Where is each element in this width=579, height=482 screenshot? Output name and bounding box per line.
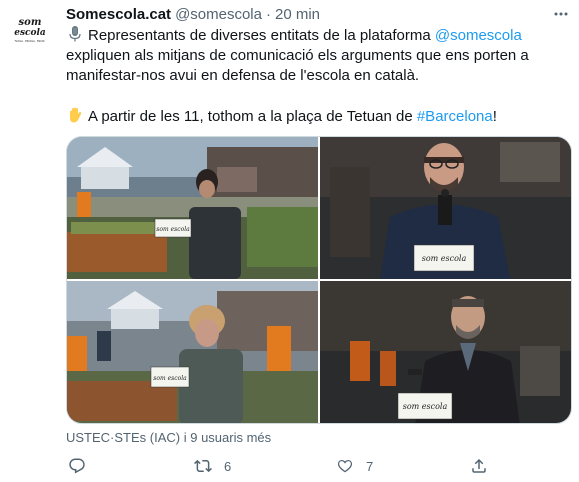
retweet-icon	[194, 459, 212, 473]
timestamp[interactable]: 20 min	[275, 6, 320, 23]
reply-button[interactable]	[68, 456, 86, 476]
tweet-header: Somescola.cat @somescola · 20 min	[66, 4, 320, 24]
photo-1[interactable]: som escola	[67, 137, 318, 279]
mention-link[interactable]: @somescola	[435, 27, 522, 44]
tweet-line-2: expliquen als mitjans de comunicació els…	[66, 47, 529, 64]
sign-label: som escola	[153, 375, 187, 382]
like-count: 7	[366, 458, 374, 474]
photo-4[interactable]: som escola	[320, 281, 571, 423]
reply-icon	[69, 458, 85, 474]
photo-2[interactable]: som escola	[320, 137, 571, 279]
sign-label: som escola	[156, 226, 190, 233]
avatar-caption: ESCOLA · ESCOLA · ESCOLA	[13, 40, 47, 43]
sign-label: som escola	[403, 402, 448, 411]
user-handle[interactable]: @somescola	[175, 6, 262, 23]
display-name[interactable]: Somescola.cat	[66, 6, 171, 23]
tweet-text-part: !	[492, 108, 497, 125]
avatar-wordmark-top: som	[19, 17, 42, 28]
raised-hand-icon	[66, 106, 84, 124]
tweet-line-3: manifestar-nos avui en defensa de l'esco…	[66, 67, 420, 84]
separator-dot: ·	[266, 5, 271, 23]
tweet-text: Representants de diverses entitats de la…	[66, 25, 566, 127]
media-grid: som escola som escola som escola som esc…	[66, 136, 572, 424]
tweet-line-4: A partir de les 11, tothom a la plaça de…	[66, 106, 566, 127]
share-button[interactable]	[470, 456, 488, 476]
tweet[interactable]: som escola ESCOLA · ESCOLA · ESCOLA Some…	[0, 0, 579, 482]
avatar[interactable]: som escola ESCOLA · ESCOLA · ESCOLA	[10, 8, 50, 48]
microphone-icon	[66, 25, 84, 43]
heart-icon	[337, 459, 353, 473]
tagged-users[interactable]: USTEC·STEs (IAC) i 9 usuaris més	[66, 430, 271, 445]
sign-label: som escola	[422, 254, 467, 263]
tagged-users-label: USTEC·STEs (IAC) i 9 usuaris més	[66, 430, 272, 445]
retweet-button[interactable]: 6	[194, 456, 231, 476]
share-icon	[472, 458, 486, 473]
tweet-text-part: A partir de les 11, tothom a la plaça de…	[88, 108, 413, 125]
more-options-icon[interactable]	[551, 4, 571, 24]
photo-3[interactable]: som escola	[67, 281, 318, 423]
hashtag-link[interactable]: #Barcelona	[417, 108, 493, 125]
retweet-count: 6	[224, 458, 232, 474]
like-button[interactable]: 7	[336, 456, 373, 476]
avatar-wordmark-bottom: escola	[14, 28, 46, 38]
tweet-line-1: Representants de diverses entitats de la…	[66, 25, 566, 46]
action-bar: 6 7	[66, 456, 506, 476]
tweet-text-part: Representants de diverses entitats de la…	[88, 27, 431, 44]
